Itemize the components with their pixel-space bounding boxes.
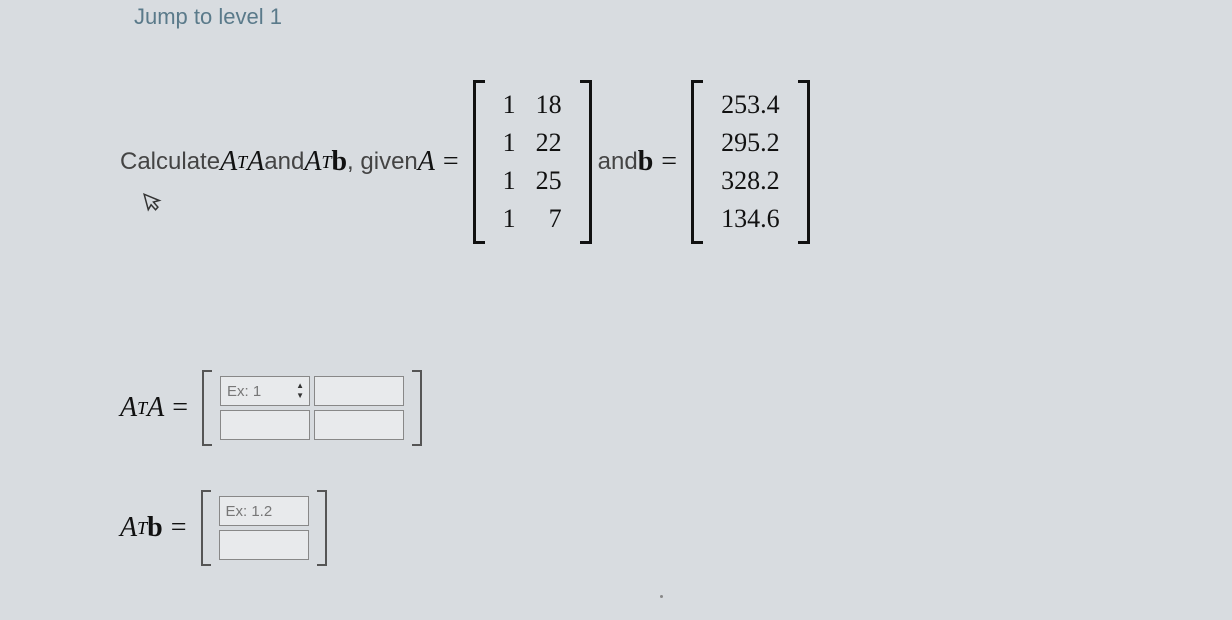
atb-sym-b: b	[147, 512, 163, 544]
answer-atb-row: ATb =	[120, 490, 327, 566]
vector-b-cell: 295.2	[711, 124, 790, 162]
atb-equals: =	[163, 512, 195, 544]
text-calculate: Calculate	[120, 148, 220, 176]
sym-A-4: A	[418, 146, 435, 178]
vector-b: 253.4 295.2 328.2 134.6	[691, 80, 810, 244]
ata-equals: =	[164, 392, 196, 424]
noise-dot	[660, 595, 663, 598]
sup-T-1: T	[237, 152, 247, 173]
sym-A-3: A	[304, 146, 321, 178]
matrix-A-cell: 22	[526, 124, 572, 162]
ata-input-1-1[interactable]	[314, 410, 404, 440]
atb-input-matrix	[201, 490, 327, 566]
ata-sym-A2: A	[147, 392, 164, 424]
ata-input-matrix: ▲▼	[202, 370, 422, 446]
sym-A-1: A	[220, 146, 237, 178]
ata-sup: T	[137, 398, 147, 419]
sup-T-2: T	[321, 152, 331, 173]
atb-input-1[interactable]	[219, 530, 309, 560]
equals-1: =	[435, 146, 467, 178]
atb-sup: T	[137, 518, 147, 539]
answer-ata-row: ATA = ▲▼	[120, 370, 422, 446]
text-given: , given	[347, 148, 418, 176]
sym-A-2: A	[247, 146, 264, 178]
text-and-2: and	[598, 148, 638, 176]
matrix-A-cell: 1	[493, 200, 526, 238]
matrix-A-cell: 1	[493, 86, 526, 124]
vector-b-cell: 134.6	[711, 200, 790, 238]
equals-2: =	[653, 146, 685, 178]
question-text: Calculate ATA and ATb , given A = 118 12…	[120, 80, 816, 244]
ata-input-0-1[interactable]	[314, 376, 404, 406]
atb-input-0[interactable]	[219, 496, 309, 526]
matrix-A-cell: 18	[526, 86, 572, 124]
text-and-1: and	[264, 148, 304, 176]
matrix-A-cell: 7	[526, 200, 572, 238]
sym-b-2: b	[638, 146, 654, 178]
atb-sym-A: A	[120, 512, 137, 544]
ata-sym-A1: A	[120, 392, 137, 424]
matrix-A-cell: 1	[493, 124, 526, 162]
ata-input-1-0[interactable]	[220, 410, 310, 440]
spinner-buttons[interactable]: ▲▼	[293, 378, 307, 404]
sym-b-1: b	[331, 146, 347, 178]
jump-to-level-link[interactable]: Jump to level 1	[134, 4, 282, 30]
vector-b-cell: 328.2	[711, 162, 790, 200]
matrix-A: 118 122 125 17	[473, 80, 592, 244]
matrix-A-cell: 1	[493, 162, 526, 200]
matrix-A-cell: 25	[526, 162, 572, 200]
vector-b-cell: 253.4	[711, 86, 790, 124]
